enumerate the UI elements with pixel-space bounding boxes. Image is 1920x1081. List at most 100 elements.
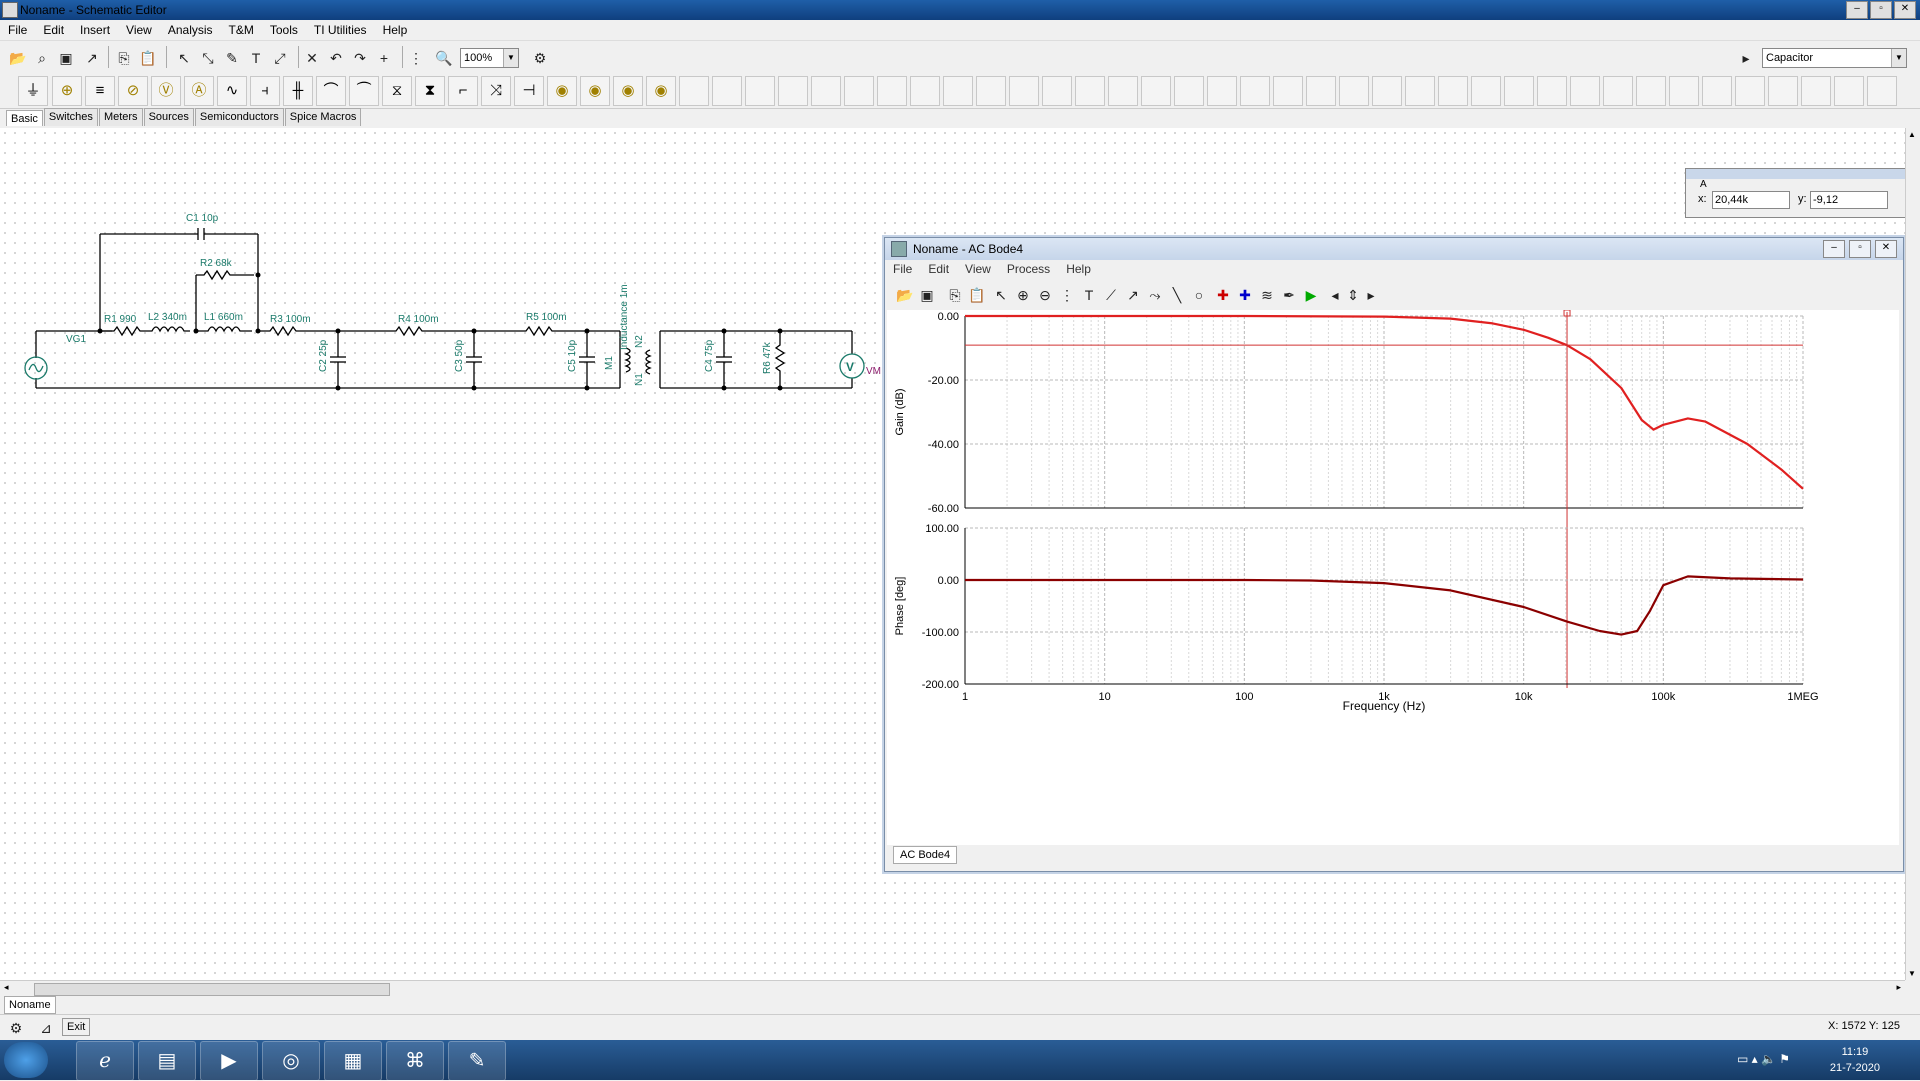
component-select[interactable]: Capacitor ▼ [1762,48,1907,68]
step-right-icon[interactable]: ▸ [1359,283,1383,307]
bode-menu-file[interactable]: File [885,262,920,276]
arrow-tool-icon[interactable]: ↗ [1121,283,1145,307]
crosshair-icon[interactable]: + [372,46,396,70]
analysis-icon[interactable]: ⊿ [34,1016,58,1040]
zoom-icon[interactable]: 🔍 [432,46,456,70]
empty-slot-15[interactable] [1141,76,1171,106]
empty-slot-1[interactable] [679,76,709,106]
empty-slot-29[interactable] [1603,76,1633,106]
empty-slot-27[interactable] [1537,76,1567,106]
ammeter-icon[interactable]: Ⓐ [184,76,214,106]
meter-4-icon[interactable]: ◉ [646,76,676,106]
transformer-2-icon[interactable]: ⧗ [415,76,445,106]
meter-2-icon[interactable]: ◉ [580,76,610,106]
select-arrow-icon[interactable]: ↖ [989,283,1013,307]
resistor-icon[interactable]: ∿ [217,76,247,106]
scroll-left-icon[interactable]: ◂ [4,982,9,993]
horizontal-scrollbar[interactable]: ◂ ▸ [0,980,1905,996]
empty-slot-14[interactable] [1108,76,1138,106]
cursor-b-icon[interactable]: ✚ [1233,283,1257,307]
battery-icon[interactable]: ⊕ [52,76,82,106]
cursor-x-field[interactable]: 20,44k [1712,191,1790,209]
empty-slot-17[interactable] [1207,76,1237,106]
coil-icon[interactable]: ⏜ [349,76,379,106]
empty-slot-2[interactable] [712,76,742,106]
paint-app-icon[interactable]: ✎ [448,1041,506,1081]
ellipse-icon[interactable]: ○ [1187,283,1211,307]
menu-file[interactable]: File [0,23,35,37]
redo-icon[interactable]: ↷ [348,46,372,70]
terminal-icon[interactable]: ⊣ [514,76,544,106]
vertical-scrollbar[interactable]: ▲ ▼ [1905,128,1920,980]
empty-slot-36[interactable] [1834,76,1864,106]
bode-maximize-button[interactable]: ▫ [1849,240,1871,258]
tab-semiconductors[interactable]: Semiconductors [194,108,284,126]
empty-slot-22[interactable] [1372,76,1402,106]
search-icon[interactable]: ⌕ [30,46,54,70]
save-icon[interactable]: ▣ [54,46,78,70]
bode-minimize-button[interactable]: – [1823,240,1845,258]
empty-slot-3[interactable] [745,76,775,106]
run-icon[interactable]: ▶ [1299,283,1323,307]
dc-source-icon[interactable]: ≡ [85,76,115,106]
empty-slot-32[interactable] [1702,76,1732,106]
empty-slot-12[interactable] [1042,76,1072,106]
paste-icon[interactable]: 📋 [965,283,989,307]
variable-resistor-icon[interactable]: ⤨ [481,76,511,106]
minimize-button[interactable]: – [1846,1,1868,19]
line-tool-icon[interactable]: ⟋ [1099,283,1123,307]
tray-icons[interactable]: ▭ ▴ 🔈 ⚑ [1737,1052,1790,1066]
probe-icon[interactable]: ✒ [1277,283,1301,307]
open-icon[interactable]: 📂 [6,46,30,70]
close-button[interactable]: ✕ [1894,1,1916,19]
empty-slot-6[interactable] [844,76,874,106]
empty-slot-25[interactable] [1471,76,1501,106]
maximize-button[interactable]: ▫ [1870,1,1892,19]
label-icon[interactable]: ⤢ [268,46,292,70]
empty-slot-24[interactable] [1438,76,1468,106]
empty-slot-7[interactable] [877,76,907,106]
calculator-app-icon[interactable]: ▦ [324,1041,382,1081]
grid-icon[interactable]: ⋮ [1055,283,1079,307]
capacitor-icon[interactable]: ╫ [283,76,313,106]
document-tab[interactable]: Noname [4,996,56,1014]
tab-basic[interactable]: Basic [6,110,43,126]
settings-icon[interactable]: ⚙ [4,1016,28,1040]
empty-slot-11[interactable] [1009,76,1039,106]
draw-line-icon[interactable]: ╲ [1165,283,1189,307]
copy-icon[interactable]: ⎘ [112,46,136,70]
menu-tm[interactable]: T&M [221,23,262,37]
inductor-icon[interactable]: ⌒ [316,76,346,106]
zoom-select[interactable]: 100% ▼ [460,48,519,68]
empty-slot-4[interactable] [778,76,808,106]
bode-close-button[interactable]: ✕ [1875,240,1897,258]
empty-slot-19[interactable] [1273,76,1303,106]
switch-icon[interactable]: ⌐ [448,76,478,106]
empty-slot-8[interactable] [910,76,940,106]
cursor-y-field[interactable]: -9,12 [1810,191,1888,209]
component-tool-icon[interactable]: ⚙ [528,46,552,70]
empty-slot-20[interactable] [1306,76,1336,106]
waveform-icon[interactable]: ≋ [1255,283,1279,307]
text-icon[interactable]: T [1077,283,1101,307]
voltmeter-icon[interactable]: Ⓥ [151,76,181,106]
empty-slot-5[interactable] [811,76,841,106]
pen-icon[interactable]: ✎ [220,46,244,70]
cursor-a-icon[interactable]: ✚ [1211,283,1235,307]
menu-analysis[interactable]: Analysis [160,23,221,37]
scroll-right-icon[interactable]: ▸ [1896,982,1901,993]
menu-view[interactable]: View [118,23,160,37]
save-icon[interactable]: ▣ [915,283,939,307]
empty-slot-28[interactable] [1570,76,1600,106]
empty-slot-16[interactable] [1174,76,1204,106]
menu-help[interactable]: Help [375,23,416,37]
tab-ac-bode4[interactable]: AC Bode4 [893,846,958,864]
meter-1-icon[interactable]: ◉ [547,76,577,106]
menu-insert[interactable]: Insert [72,23,118,37]
schematic-app-icon[interactable]: ⌘ [386,1041,444,1081]
copy-icon[interactable]: ⎘ [943,283,967,307]
open-folder-icon[interactable]: ↗ [80,46,104,70]
menu-ti-utilities[interactable]: TI Utilities [306,23,375,37]
tab-meters[interactable]: Meters [98,108,143,126]
bode-menu-view[interactable]: View [957,262,999,276]
